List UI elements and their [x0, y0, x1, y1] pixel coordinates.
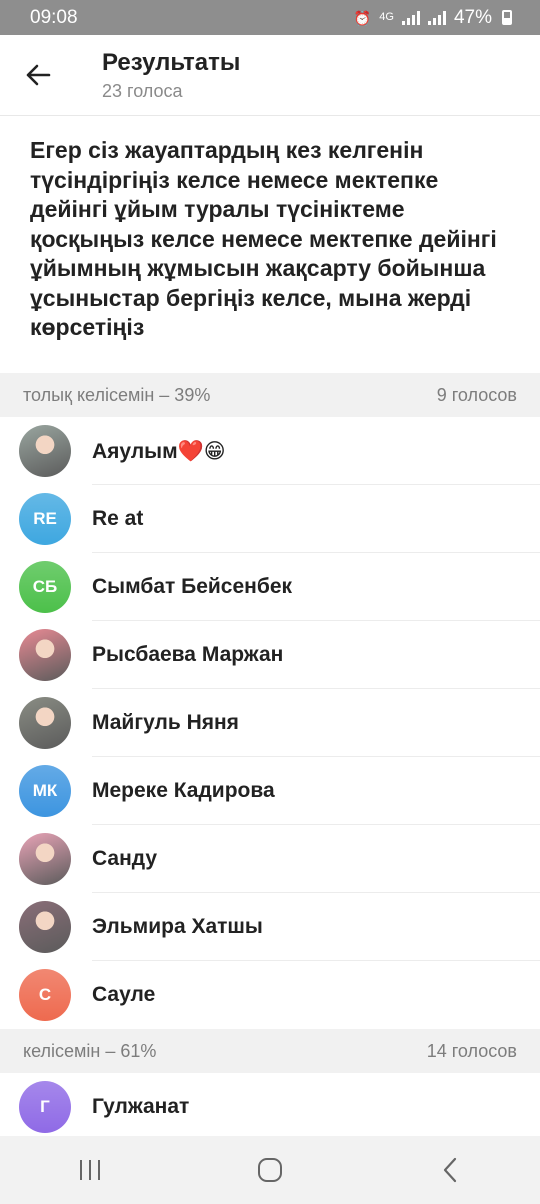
page-title: Результаты: [102, 49, 241, 76]
voter-name: Сауле: [92, 983, 156, 1006]
poll-question: Егер сіз жауаптардың кез келгенін түсінд…: [30, 137, 497, 340]
voter-name: Рысбаева Маржан: [92, 643, 284, 666]
battery-percent: 47%: [453, 6, 492, 28]
avatar: МК: [19, 765, 71, 817]
voter-row[interactable]: МК Мереке Кадирова: [0, 757, 540, 825]
voter-name: Аяулым❤️😁: [92, 439, 226, 463]
status-icons: ⏰ 4G 47%: [354, 7, 512, 29]
home-button[interactable]: [240, 1145, 300, 1195]
app-header: Результаты 23 голоса: [0, 35, 540, 116]
avatar: [19, 629, 71, 681]
voter-row[interactable]: С Сауле: [0, 961, 540, 1029]
option-label: келісемін – 61%: [23, 1040, 157, 1061]
voter-name: Эльмира Хатшы: [92, 915, 263, 938]
avatar: СБ: [19, 561, 71, 613]
nav-back-button[interactable]: [420, 1145, 480, 1195]
avatar: [19, 833, 71, 885]
voter-row[interactable]: Г Гулжанат: [0, 1073, 540, 1141]
option-count: 14 голосов: [426, 1040, 517, 1061]
voter-name: Сымбат Бейсенбек: [92, 575, 293, 598]
alarm-icon: ⏰: [353, 9, 372, 26]
status-time: 09:08: [30, 6, 78, 28]
avatar: [19, 425, 71, 477]
voter-row[interactable]: Рысбаева Маржан: [0, 621, 540, 689]
home-icon: [258, 1158, 282, 1182]
avatar: С: [19, 969, 71, 1021]
vote-total: 23 голоса: [102, 81, 183, 101]
voter-list: Г Гулжанат: [0, 1073, 540, 1141]
option-header: келісемін – 61% 14 голосов: [0, 1029, 540, 1073]
arrow-left-icon: [26, 64, 51, 86]
voter-row[interactable]: Санду: [0, 825, 540, 893]
back-button[interactable]: [14, 53, 62, 97]
avatar: [19, 697, 71, 749]
voter-name: Гулжанат: [92, 1095, 190, 1118]
status-bar: 09:08 ⏰ 4G 47%: [0, 0, 540, 35]
system-nav-bar: [0, 1136, 540, 1204]
avatar: Г: [19, 1081, 71, 1133]
recent-apps-button[interactable]: [60, 1145, 120, 1195]
voter-row[interactable]: СБ Сымбат Бейсенбек: [0, 553, 540, 621]
battery-icon: [502, 10, 512, 25]
voter-list: Аяулым❤️😁 RE Re at СБ Сымбат Бейсенбек Рысбае…: [0, 417, 540, 1029]
network-label: 4G: [379, 11, 394, 23]
recent-apps-icon: [80, 1160, 100, 1180]
voter-row[interactable]: Аяулым❤️😁: [0, 417, 540, 485]
avatar: RE: [19, 493, 71, 545]
voter-name: Re at: [92, 507, 144, 530]
option-label: толық келісемін – 39%: [23, 384, 211, 405]
voter-name: Санду: [92, 847, 158, 870]
voter-row[interactable]: RE Re at: [0, 485, 540, 553]
signal-icon: [401, 10, 420, 25]
voter-row[interactable]: Майгуль Няня: [0, 689, 540, 757]
voter-name: Майгуль Няня: [92, 711, 239, 734]
option-header: толық келісемін – 39% 9 голосов: [0, 373, 540, 417]
voter-name: Мереке Кадирова: [92, 779, 275, 802]
chevron-left-icon: [443, 1157, 457, 1183]
option-count: 9 голосов: [436, 384, 517, 405]
voter-row[interactable]: Эльмира Хатшы: [0, 893, 540, 961]
avatar: [19, 901, 71, 953]
signal-icon-2: [427, 10, 446, 25]
